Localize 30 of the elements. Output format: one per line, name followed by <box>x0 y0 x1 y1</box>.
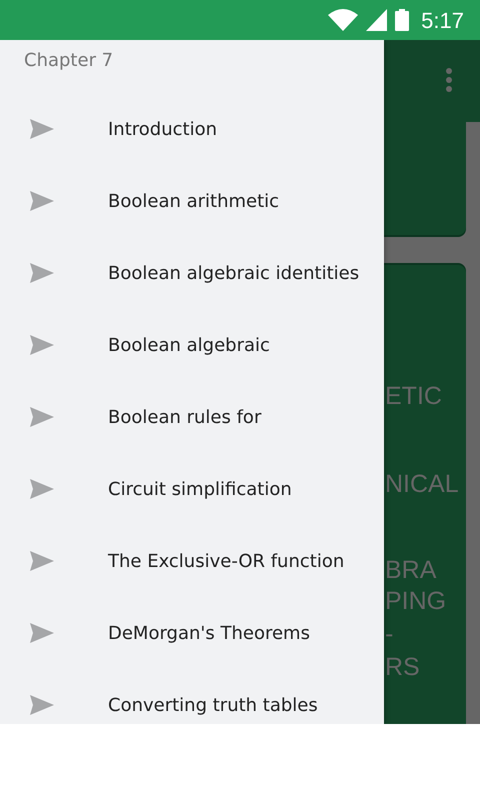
battery-icon <box>395 9 410 31</box>
drawer-item[interactable]: Circuit simplification <box>0 453 384 525</box>
signal-icon <box>366 9 388 31</box>
drawer-item[interactable]: Boolean arithmetic <box>0 165 384 237</box>
drawer-item[interactable]: Introduction <box>0 93 384 165</box>
card-text: PING <box>385 586 446 617</box>
send-icon <box>30 479 54 499</box>
status-time: 5:17 <box>421 6 464 34</box>
drawer-item[interactable]: Boolean algebraic identities <box>0 237 384 309</box>
send-icon <box>30 551 54 571</box>
drawer-header: Chapter 7 <box>23 49 114 73</box>
card-text: - <box>385 619 394 650</box>
wifi-icon <box>328 9 358 31</box>
card-text: BRA <box>385 556 436 585</box>
card-text: RS <box>385 652 420 683</box>
send-icon <box>30 191 54 211</box>
drawer-item[interactable]: DeMorgan's Theorems <box>0 597 384 669</box>
send-icon <box>30 623 54 643</box>
send-icon <box>30 263 54 283</box>
send-icon <box>30 335 54 355</box>
drawer-item[interactable]: The Exclusive-OR function <box>0 525 384 597</box>
send-icon <box>30 695 54 715</box>
more-icon[interactable] <box>446 68 452 92</box>
send-icon <box>30 119 54 139</box>
drawer-item[interactable]: Boolean rules for <box>0 381 384 453</box>
drawer-item[interactable]: Boolean algebraic <box>0 309 384 381</box>
send-icon <box>30 407 54 427</box>
drawer-item[interactable]: Converting truth tables <box>0 669 384 724</box>
card-text: NICAL <box>385 470 459 499</box>
card-text: ETIC <box>385 381 442 412</box>
